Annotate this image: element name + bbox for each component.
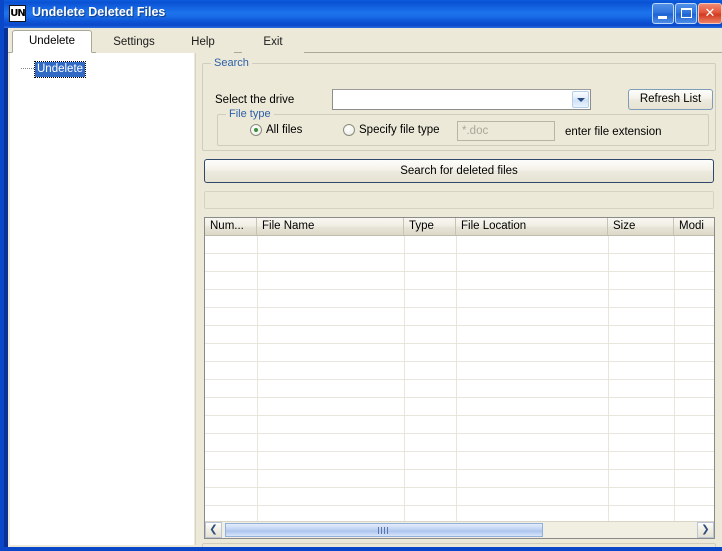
table-row[interactable] xyxy=(205,290,714,308)
application-window: UN Undelete Deleted Files ✕ Undelete Set… xyxy=(0,0,722,551)
refresh-list-button[interactable]: Refresh List xyxy=(628,89,713,110)
minimize-icon xyxy=(658,16,667,19)
file-extension-input[interactable]: *.doc xyxy=(457,121,555,141)
table-row[interactable] xyxy=(205,308,714,326)
tree-connector-line xyxy=(21,68,34,69)
window-controls: ✕ xyxy=(651,3,722,25)
minimize-button[interactable] xyxy=(652,3,674,24)
tab-strip: Undelete Settings Help Exit xyxy=(8,28,722,53)
column-header-type[interactable]: Type xyxy=(404,218,456,235)
tab-exit[interactable]: Exit xyxy=(242,33,304,53)
table-row[interactable] xyxy=(205,416,714,434)
window-title: Undelete Deleted Files xyxy=(32,5,166,19)
list-header: Num... File Name Type File Location Size… xyxy=(205,218,714,236)
maximize-button[interactable] xyxy=(675,3,697,24)
list-rows xyxy=(205,236,714,524)
search-groupbox: Search Select the drive Refresh List Fil… xyxy=(202,57,716,151)
deleted-files-list[interactable]: Num... File Name Type File Location Size… xyxy=(204,217,715,539)
table-row[interactable] xyxy=(205,452,714,470)
file-type-groupbox: File type All files Specify file type *.… xyxy=(217,108,709,146)
maximize-icon xyxy=(681,8,692,18)
chevron-down-icon[interactable] xyxy=(572,91,589,108)
table-row[interactable] xyxy=(205,326,714,344)
table-row[interactable] xyxy=(205,398,714,416)
column-header-file-location[interactable]: File Location xyxy=(456,218,608,235)
radio-all-files-label: All files xyxy=(266,124,303,136)
radio-all-files-indicator xyxy=(250,124,262,136)
tab-help[interactable]: Help xyxy=(172,33,234,53)
search-progress-bar xyxy=(204,191,714,209)
search-for-deleted-files-button[interactable]: Search for deleted files xyxy=(204,159,714,183)
search-group-title: Search xyxy=(211,57,252,69)
title-bar: UN Undelete Deleted Files ✕ xyxy=(4,0,722,28)
table-row[interactable] xyxy=(205,254,714,272)
extension-hint-label: enter file extension xyxy=(565,126,662,138)
drive-select[interactable] xyxy=(332,89,591,110)
radio-specify-indicator xyxy=(343,124,355,136)
table-row[interactable] xyxy=(205,272,714,290)
close-button[interactable]: ✕ xyxy=(698,3,722,24)
tree-item-undelete[interactable]: Undelete xyxy=(33,61,87,78)
table-row[interactable] xyxy=(205,344,714,362)
client-area: Undelete Settings Help Exit Undelete Sea… xyxy=(8,28,722,547)
table-row[interactable] xyxy=(205,380,714,398)
drive-label: Select the drive xyxy=(215,94,295,106)
navigation-tree-panel: Undelete xyxy=(10,53,194,545)
table-row[interactable] xyxy=(205,362,714,380)
scrollbar-grip-icon xyxy=(378,527,390,534)
content-panel: Search Select the drive Refresh List Fil… xyxy=(198,53,720,547)
scrollbar-thumb[interactable] xyxy=(225,523,543,537)
horizontal-scrollbar[interactable]: ❮ ❯ xyxy=(205,521,714,538)
scroll-right-button[interactable]: ❯ xyxy=(697,522,714,538)
action-bar: Undelete with original path Preview Unde… xyxy=(202,543,716,547)
app-icon: UN xyxy=(9,5,26,22)
column-header-modified[interactable]: Modi xyxy=(674,218,714,235)
tab-settings[interactable]: Settings xyxy=(96,33,172,53)
column-header-number[interactable]: Num... xyxy=(205,218,257,235)
column-header-file-name[interactable]: File Name xyxy=(257,218,404,235)
table-row[interactable] xyxy=(205,488,714,506)
table-row[interactable] xyxy=(205,470,714,488)
radio-specify-label: Specify file type xyxy=(359,124,440,136)
scroll-left-button[interactable]: ❮ xyxy=(205,522,222,538)
close-icon: ✕ xyxy=(704,6,716,21)
file-type-group-title: File type xyxy=(226,108,274,120)
tab-undelete[interactable]: Undelete xyxy=(12,30,92,53)
table-row[interactable] xyxy=(205,434,714,452)
table-row[interactable] xyxy=(205,236,714,254)
column-header-size[interactable]: Size xyxy=(608,218,674,235)
